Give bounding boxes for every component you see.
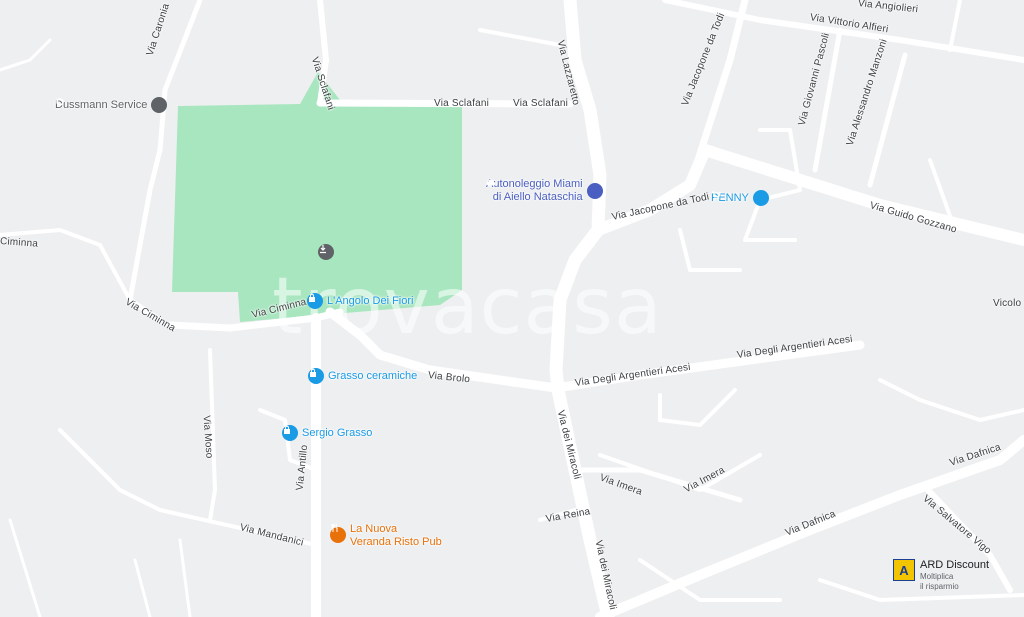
poi-label: L'Angolo Dei Fiori — [327, 294, 414, 307]
shopping-bag-icon — [307, 293, 323, 309]
map-canvas[interactable]: trovacasa Via Vittorio Alfieri Via Angio… — [0, 0, 1024, 617]
download-icon — [318, 244, 334, 260]
poi-park-marker[interactable] — [318, 244, 334, 260]
poi-langolo-dei-fiori[interactable]: L'Angolo Dei Fiori — [307, 293, 413, 309]
street-label: Via Sclafani — [434, 98, 490, 109]
ard-tagline-2: il risparmio — [920, 582, 959, 591]
poi-la-nuova-veranda[interactable]: La Nuova Veranda Risto Pub — [330, 523, 442, 549]
ard-discount-ad[interactable]: A ARD Discount Moltiplica il risparmio — [893, 559, 989, 592]
car-icon — [487, 180, 603, 199]
shopping-bag-icon — [282, 425, 298, 441]
poi-label: La Nuova Veranda Risto Pub — [350, 523, 442, 548]
poi-label: Autonoleggio Miami di Aiello Nataschia — [486, 178, 583, 203]
ard-text: ARD Discount Moltiplica il risparmio — [920, 559, 989, 592]
poi-grasso-ceramiche[interactable]: Grasso ceramiche — [308, 368, 417, 384]
shopping-bag-icon — [308, 368, 324, 384]
ard-tagline-1: Moltiplica — [920, 572, 954, 581]
poi-penny[interactable]: PENNY — [711, 190, 769, 206]
ard-name: ARD Discount — [920, 559, 990, 571]
poi-autonoleggio-miami[interactable]: Autonoleggio Miami di Aiello Nataschia — [486, 178, 603, 204]
poi-dussmann-service[interactable]: Dussmann Service — [55, 97, 168, 113]
poi-label: Sergio Grasso — [302, 426, 373, 439]
street-label: Via Sclafani — [513, 98, 569, 109]
pin-icon — [56, 97, 168, 113]
ard-logo-icon: A — [893, 559, 915, 581]
cart-icon — [712, 190, 769, 206]
poi-label: Grasso ceramiche — [328, 369, 418, 382]
restaurant-icon — [330, 523, 346, 543]
poi-sergio-grasso[interactable]: Sergio Grasso — [282, 425, 372, 441]
park-area — [172, 72, 462, 322]
poi-label: Dussmann Service — [55, 98, 148, 111]
street-label: Vicolo — [993, 298, 1022, 309]
